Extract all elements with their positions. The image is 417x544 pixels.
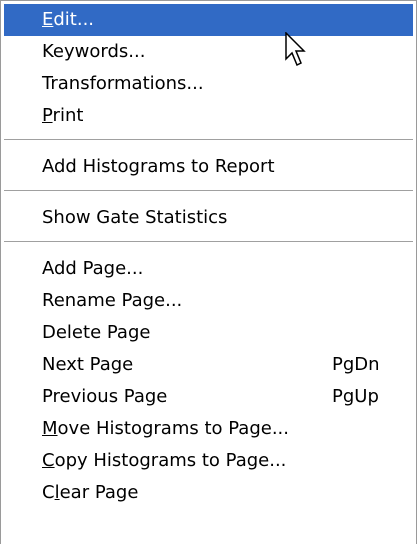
menu-item-edit[interactable]: Edit... [4, 4, 413, 36]
menu-item-label-post: rint [52, 105, 84, 126]
mnemonic-letter: C [42, 450, 55, 471]
menu-item-label-post: ove Histograms to Page... [57, 418, 289, 439]
menu-item-transformations[interactable]: Transformations... [4, 68, 413, 100]
context-menu: Edit... Keywords... Transformations... P… [0, 0, 417, 544]
menu-separator [4, 139, 413, 143]
menu-item-next-page[interactable]: Next Page PgDn [4, 349, 413, 381]
menu-item-label: Add Page... [42, 258, 144, 279]
mnemonic-letter: E [42, 9, 54, 30]
menu-item-label-post: ear Page [59, 482, 139, 503]
menu-separator [4, 241, 413, 245]
menu-item-label-pre: C [42, 482, 55, 503]
menu-item-rename-page[interactable]: Rename Page... [4, 285, 413, 317]
menu-item-previous-page[interactable]: Previous Page PgUp [4, 381, 413, 413]
menu-item-label: Show Gate Statistics [42, 207, 228, 228]
menu-item-clear-page[interactable]: Clear Page [4, 477, 413, 509]
menu-item-add-histograms-to-report[interactable]: Add Histograms to Report [4, 151, 413, 183]
menu-item-move-histograms-to-page[interactable]: Move Histograms to Page... [4, 413, 413, 445]
menu-item-label-post: opy Histograms to Page... [54, 450, 287, 471]
menu-item-label: Previous Page [42, 386, 168, 407]
menu-item-add-page[interactable]: Add Page... [4, 253, 413, 285]
menu-item-label: Transformations... [42, 73, 204, 94]
menu-item-label: Delete Page [42, 322, 151, 343]
menu-item-copy-histograms-to-page[interactable]: Copy Histograms to Page... [4, 445, 413, 477]
menu-item-show-gate-statistics[interactable]: Show Gate Statistics [4, 202, 413, 234]
shortcut-label: PgUp [332, 386, 379, 407]
shortcut-label: PgDn [332, 354, 380, 375]
menu-item-print[interactable]: Print [4, 100, 413, 132]
arrow-pointer-icon [285, 32, 306, 67]
menu-item-label-post: dit... [53, 9, 95, 30]
mnemonic-letter: M [42, 418, 58, 439]
menu-item-delete-page[interactable]: Delete Page [4, 317, 413, 349]
menu-separator [4, 190, 413, 194]
menu-item-label: Add Histograms to Report [42, 156, 275, 177]
menu-item-label: Next Page [42, 354, 134, 375]
menu-item-label: Rename Page... [42, 290, 183, 311]
menu-item-label: Keywords... [42, 41, 146, 62]
mnemonic-letter: P [42, 105, 53, 126]
menu-item-keywords[interactable]: Keywords... [4, 36, 413, 68]
